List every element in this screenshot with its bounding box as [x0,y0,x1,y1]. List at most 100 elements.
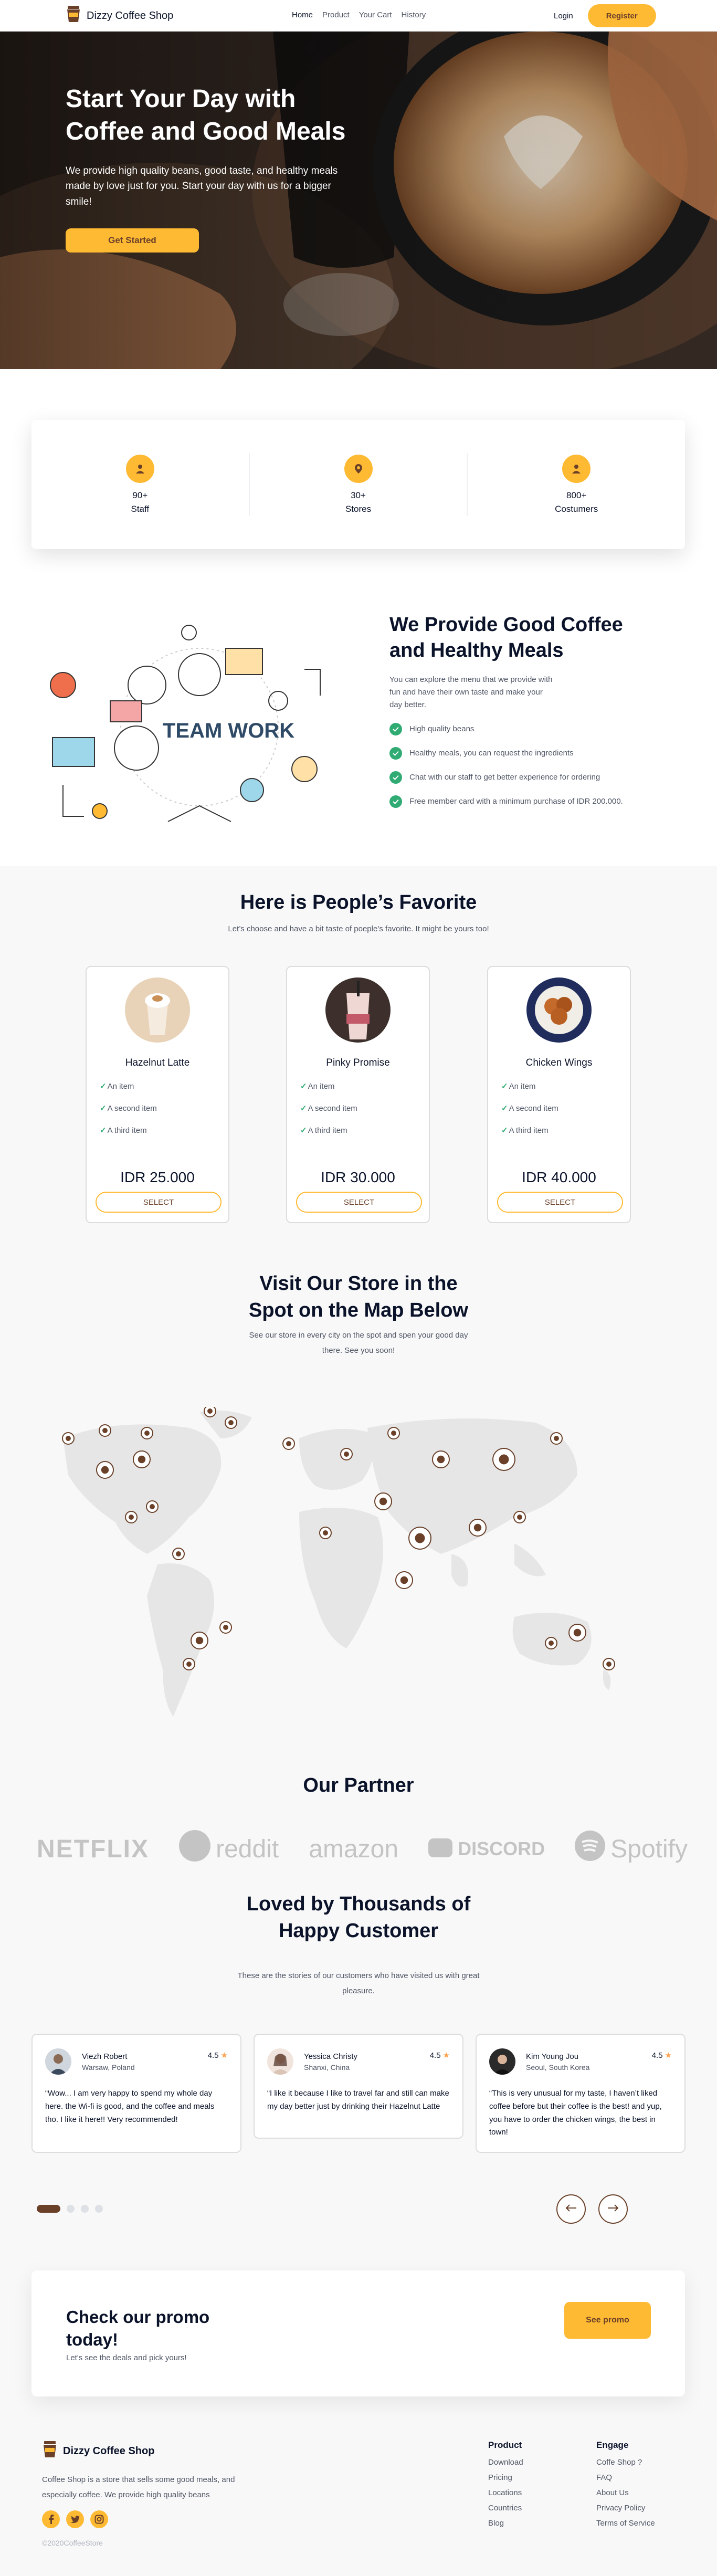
star-icon: ★ [442,2051,450,2060]
footer-column-product: Product Download Pricing Locations Count… [488,2440,523,2534]
store-location-marker[interactable] [603,1658,615,1670]
carousel-next-button[interactable] [598,2194,628,2224]
nav-link-history[interactable]: History [402,10,426,19]
select-button[interactable]: SELECT [96,1192,222,1213]
stats-card: 90+ Staff 30+ Stores 800+ Costumers [31,420,685,549]
see-promo-button[interactable]: See promo [564,2302,651,2339]
logo-text: Spotify [610,1835,688,1863]
nav-links: Home Product Your Cart History [292,10,426,19]
store-location-marker[interactable] [432,1450,450,1468]
promo-subtitle: Let's see the deals and pick yours! [66,2353,187,2362]
footer-description: Coffee Shop is a store that sells some g… [42,2475,235,2499]
nav-link-home[interactable]: Home [292,10,313,19]
select-button[interactable]: SELECT [296,1192,422,1213]
feature-text: A second item [308,1103,357,1113]
store-location-marker[interactable] [225,1416,237,1429]
login-link[interactable]: Login [554,12,573,20]
list-item: ✓ An item [501,1081,617,1091]
product-card-hazelnut-latte: Hazelnut Latte ✓ An item ✓ A second item ✓… [86,966,229,1223]
spotify-icon [575,1831,606,1867]
carousel-dot[interactable] [95,2205,103,2213]
list-item: ✓ A second item [100,1103,215,1113]
about-title: We Provide Good Coffee and Healthy Meals [389,614,623,662]
store-location-marker[interactable] [183,1658,195,1670]
store-location-marker[interactable] [146,1500,159,1513]
reviewer-name: Kim Young Jou [526,2052,579,2061]
carousel-dot[interactable] [67,2205,75,2213]
product-card-chicken-wings: Chicken Wings ✓ An item ✓ A second item ✓ A… [487,966,631,1223]
logo-text: DISCORD [458,1838,545,1859]
store-location-marker[interactable] [408,1527,431,1550]
store-location-marker[interactable] [282,1437,295,1450]
footer-link-about-us[interactable]: About Us [596,2488,655,2497]
nav-link-your-cart[interactable]: Your Cart [359,10,392,19]
store-location-marker[interactable] [204,1407,216,1417]
footer-link-blog[interactable]: Blog [488,2519,523,2528]
store-location-marker[interactable] [550,1432,563,1445]
store-location-marker[interactable] [319,1527,332,1539]
reddit-icon [179,1830,211,1868]
carousel-dot[interactable] [81,2205,89,2213]
store-location-marker[interactable] [492,1448,515,1471]
store-location-marker[interactable] [387,1427,400,1439]
brand-name: Dizzy Coffee Shop [87,9,174,22]
testimonial-text: “This is very unusual for my taste, I ha… [489,2089,662,2137]
footer-link-pricing[interactable]: Pricing [488,2473,523,2482]
facebook-icon[interactable] [42,2510,60,2528]
rating: 4.5 ★ [652,2051,672,2060]
store-location-marker[interactable] [395,1571,413,1589]
twitter-icon[interactable] [66,2510,84,2528]
star-icon: ★ [220,2051,228,2060]
store-location-marker[interactable] [340,1448,353,1460]
store-location-marker[interactable] [545,1637,557,1649]
check-icon: ✓ [300,1126,307,1135]
store-location-marker[interactable] [469,1519,487,1537]
partner-title: Our Partner [303,1774,414,1796]
store-location-marker[interactable] [191,1632,208,1649]
store-location-marker[interactable] [141,1427,153,1439]
store-location-marker[interactable] [133,1450,151,1468]
store-location-marker[interactable] [513,1511,526,1523]
nav-link-product[interactable]: Product [322,10,350,19]
instagram-icon[interactable] [90,2510,108,2528]
product-features: ✓ An item ✓ A second item ✓ A third item [100,1081,215,1148]
testimonial-card: Viezh Robert Warsaw, Poland 4.5 ★ “Wow...… [31,2034,241,2153]
select-button[interactable]: SELECT [497,1192,623,1213]
feature-text: Chat with our staff to get better experi… [409,772,600,782]
footer-link-locations[interactable]: Locations [488,2488,523,2497]
list-item: ✓ A second item [300,1103,416,1113]
check-circle-icon [389,771,402,784]
check-icon: ✓ [100,1082,107,1091]
register-button[interactable]: Register [587,4,656,27]
store-location-marker[interactable] [125,1511,138,1523]
footer-link-coffee-shop[interactable]: Coffe Shop ? [596,2458,655,2467]
testimonial-card: Kim Young Jou Seoul, South Korea 4.5 ★ “T… [476,2034,686,2153]
brand[interactable]: Dizzy Coffee Shop [66,6,173,26]
store-location-marker[interactable] [62,1432,75,1445]
footer-link-terms-of-service[interactable]: Terms of Service [596,2519,655,2528]
list-item: ✓ A third item [300,1126,416,1135]
get-started-button[interactable]: Get Started [66,228,199,253]
product-price: IDR 40.000 [522,1169,596,1185]
footer-link-faq[interactable]: FAQ [596,2473,655,2482]
store-location-marker[interactable] [99,1424,111,1437]
footer-link-download[interactable]: Download [488,2458,523,2467]
footer-link-privacy-policy[interactable]: Privacy Policy [596,2504,655,2512]
product-name: Hazelnut Latte [125,1057,190,1068]
social-links [42,2510,108,2528]
footer-column-engage: Engage Coffe Shop ? FAQ About Us Privacy… [596,2440,655,2534]
store-location-marker[interactable] [374,1492,392,1510]
stat-customers: 800+ Costumers [468,455,685,514]
store-location-marker[interactable] [219,1621,232,1634]
carousel-dot-active[interactable] [37,2205,60,2213]
avatar [489,2048,515,2075]
carousel-prev-button[interactable] [556,2194,586,2224]
store-location-marker[interactable] [96,1461,114,1479]
footer-brand: Dizzy Coffee Shop [42,2441,154,2461]
stat-value: 800+ [566,490,587,500]
store-location-marker[interactable] [172,1548,185,1560]
testimonial-text: “I like it because I like to travel far … [267,2089,449,2111]
store-location-marker[interactable] [568,1624,586,1642]
check-icon: ✓ [300,1104,307,1113]
footer-link-countries[interactable]: Countries [488,2504,523,2512]
